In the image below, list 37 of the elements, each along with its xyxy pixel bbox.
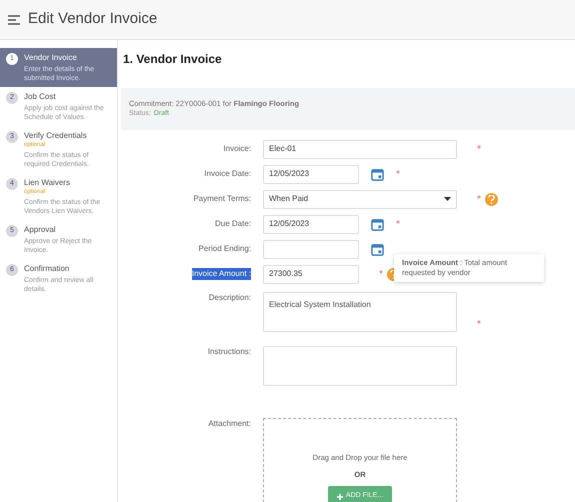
field-label: Invoice Date: [204, 168, 251, 180]
input-field[interactable] [263, 240, 359, 259]
input-field[interactable]: 12/05/2023 [263, 214, 359, 234]
field-label: Instructions: [208, 346, 251, 358]
page-title: Edit Vendor Invoice [28, 9, 158, 30]
calendar-icon[interactable] [371, 242, 384, 256]
field-label: Due Date: [214, 218, 251, 230]
caret-icon [444, 197, 451, 202]
required-mark: * [477, 192, 481, 207]
step-title: Verify Credentials [24, 130, 88, 141]
step-title: Lien Waivers [24, 177, 71, 188]
field-label: Attachment: [208, 418, 251, 430]
required-mark: * [379, 268, 383, 282]
input-field[interactable]: 27300.35 [263, 264, 359, 284]
field-label: Invoice Amount : [192, 268, 251, 280]
required-mark: * [477, 318, 481, 332]
field-label: Description: [208, 292, 251, 304]
input-field[interactable]: 12/05/2023 [263, 164, 359, 184]
help-icon[interactable] [484, 192, 498, 206]
section-title: 1. Vendor Invoice [122, 51, 223, 68]
step-title: Confirmation [24, 263, 70, 274]
calendar-icon[interactable] [371, 218, 384, 231]
dropdown-field[interactable]: When Paid [263, 190, 457, 209]
required-mark: * [477, 142, 481, 157]
calendar-icon[interactable] [371, 168, 384, 181]
step-title: Vendor Invoice [24, 52, 78, 63]
field-label: Invoice: [223, 143, 251, 156]
required-mark: * [396, 168, 400, 182]
field-label: Period Ending: [198, 243, 251, 256]
plus-icon [336, 494, 343, 500]
step-title: Job Cost [24, 91, 57, 102]
required-mark: * [396, 218, 400, 232]
input-field[interactable]: Elec-01 [263, 140, 457, 159]
step-title: Approval [24, 224, 57, 235]
field-label: Payment Terms: [193, 193, 251, 206]
text-area[interactable]: Electrical System Installation [263, 292, 457, 332]
menu-icon[interactable] [8, 14, 20, 24]
